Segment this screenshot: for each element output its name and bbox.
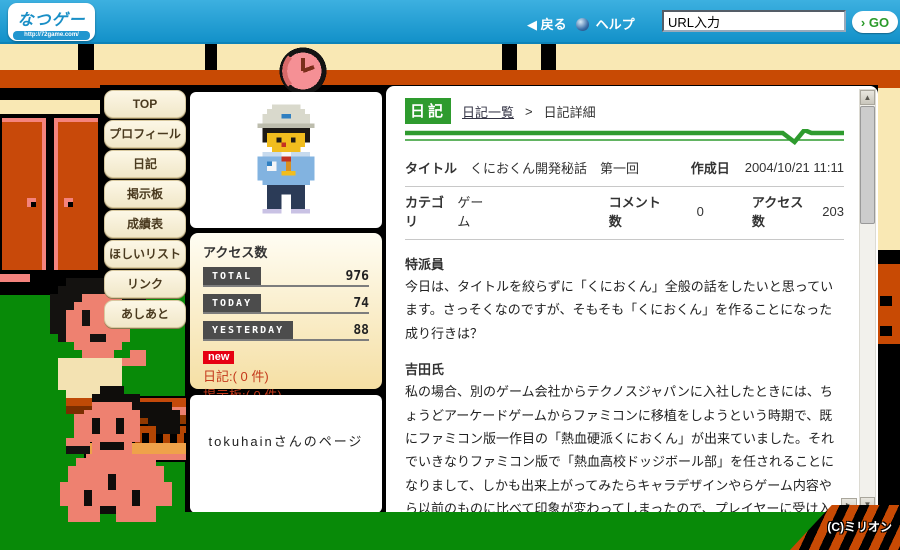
- sidebar-item-links[interactable]: リンク: [104, 270, 186, 298]
- access-stats-panel: アクセス数 TOTAL 976 TODAY 74 YESTERDAY 88 ne…: [190, 233, 382, 403]
- bg-right-mark: [880, 326, 892, 336]
- new-badge: new: [203, 351, 235, 364]
- section-speaker: 特派員: [405, 257, 445, 272]
- help-button[interactable]: ヘルプ: [576, 14, 635, 33]
- diary-body: 特派員 今日は、タイトルを絞らずに「くにおくん」全般の話をしたいと思っています。…: [405, 254, 844, 528]
- section-speaker: 吉田氏: [405, 362, 445, 378]
- stat-value: 74: [353, 296, 369, 311]
- stat-value: 976: [345, 269, 369, 284]
- owner-panel: tokuhainさんのページ: [190, 395, 382, 513]
- green-separator: [405, 129, 844, 145]
- pixel-fighter-sprite: [52, 386, 188, 533]
- access-count-value: 203: [822, 203, 844, 219]
- section-text: 私の場合、別のゲーム会社からテクノスジャパンに入社したときには、ちょうどアーケー…: [405, 384, 835, 528]
- bg-pink-trim: [0, 274, 30, 282]
- avatar-panel: [190, 92, 382, 228]
- bg-right-cream: [878, 88, 900, 250]
- bg-post: [78, 44, 94, 70]
- stat-value: 88: [353, 323, 369, 338]
- diary-detail-panel: 日記 日記一覧 > 日記詳細 タイトル くにおくん開発秘話 第一回 作成日 20…: [386, 86, 878, 528]
- site-logo[interactable]: なつゲー http://72game.com/: [8, 3, 95, 41]
- help-label: ヘルプ: [595, 17, 635, 32]
- go-button[interactable]: › GO: [852, 11, 898, 33]
- stat-row-today: TODAY 74: [203, 294, 369, 314]
- sidebar-item-footprints[interactable]: あしあと: [104, 300, 186, 328]
- new-diary-count[interactable]: 日記:( 0 件): [203, 367, 369, 386]
- door-right: [54, 118, 98, 270]
- bg-post: [205, 44, 217, 70]
- footer-bar: (C)ミリオン: [185, 505, 900, 550]
- category-value: ゲーム: [457, 195, 484, 229]
- go-label: GO: [868, 14, 890, 30]
- bg-post: [502, 44, 517, 70]
- back-button[interactable]: ◀ 戻る: [527, 14, 567, 33]
- comment-count-label: コメント数: [608, 195, 661, 229]
- bg-left-black: [0, 88, 105, 100]
- bg-right-mark: [880, 296, 892, 306]
- created-value: 2004/10/21 11:11: [744, 160, 844, 175]
- bg-post: [541, 44, 556, 70]
- stat-label: TOTAL: [203, 267, 262, 285]
- sidebar-item-top[interactable]: TOP: [104, 90, 186, 118]
- owner-line: tokuhainさんのページ: [208, 434, 364, 449]
- stat-label: TODAY: [203, 294, 262, 312]
- scroll-up-button[interactable]: ▲: [860, 90, 875, 105]
- category-row: カテゴリ ゲーム コメント数 0 アクセス数 203: [405, 187, 844, 240]
- sidebar-menu: TOP プロフィール 日記 掲示板 成績表 ほしいリスト リンク あしあと: [104, 90, 186, 330]
- section-text: 今日は、タイトルを絞らずに「くにおくん」全般の話をしたいと思っています。さっそく…: [405, 279, 834, 341]
- stat-label: YESTERDAY: [203, 321, 294, 339]
- site-logo-url: http://72game.com/: [13, 31, 90, 40]
- vertical-scrollbar-thumb[interactable]: [860, 106, 875, 224]
- access-count-label: アクセス数: [751, 195, 804, 229]
- title-label: タイトル: [405, 161, 458, 176]
- pixel-clock-sprite: [262, 45, 344, 95]
- help-globe-icon: [576, 18, 589, 31]
- vertical-scrollbar[interactable]: ▲ ▼: [859, 89, 876, 513]
- door-handle: [64, 198, 73, 207]
- door-left: [2, 118, 46, 270]
- diary-title: くにおくん開発秘話 第一回: [470, 161, 640, 176]
- page: なつゲー http://72game.com/ ◀ 戻る ヘルプ › GO TO…: [0, 0, 900, 550]
- door-handle: [27, 198, 36, 207]
- access-stats-title: アクセス数: [203, 245, 268, 260]
- comment-count-value: 0: [696, 203, 704, 219]
- breadcrumb-current: 日記詳細: [543, 104, 596, 120]
- breadcrumb: 日記 日記一覧 > 日記詳細: [405, 98, 844, 124]
- sidebar-item-scores[interactable]: 成績表: [104, 210, 186, 238]
- bg-left-cream: [0, 100, 105, 114]
- url-input[interactable]: [662, 10, 846, 32]
- pixel-reporter-avatar: [257, 104, 315, 214]
- copyright-text: (C)ミリオン: [827, 520, 892, 534]
- breadcrumb-separator: >: [525, 103, 533, 119]
- category-label: カテゴリ: [405, 195, 445, 229]
- sidebar-item-diary[interactable]: 日記: [104, 150, 186, 178]
- bg-wall-band: [0, 44, 900, 70]
- sidebar-item-profile[interactable]: プロフィール: [104, 120, 186, 148]
- breadcrumb-diary-list-link[interactable]: 日記一覧: [462, 102, 514, 121]
- bg-doors: [0, 114, 100, 274]
- stat-row-yesterday: YESTERDAY 88: [203, 321, 369, 341]
- stat-row-total: TOTAL 976: [203, 267, 369, 287]
- diary-badge: 日記: [405, 98, 452, 124]
- go-arrow-icon: ›: [860, 14, 866, 30]
- back-label: 戻る: [540, 17, 567, 32]
- sidebar-item-wishlist[interactable]: ほしいリスト: [104, 240, 186, 268]
- created-label: 作成日: [690, 161, 730, 176]
- sidebar-item-board[interactable]: 掲示板: [104, 180, 186, 208]
- title-row: タイトル くにおくん開発秘話 第一回 作成日 2004/10/21 11:11: [405, 153, 844, 187]
- site-logo-title: なつゲー: [17, 12, 86, 29]
- back-arrow-icon: ◀: [527, 17, 537, 32]
